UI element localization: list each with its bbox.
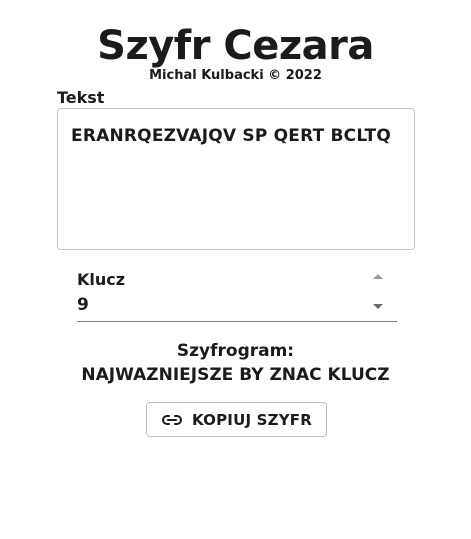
- copy-cipher-button[interactable]: KOPIUJ SZYFR: [146, 402, 327, 437]
- increment-arrow-icon[interactable]: [373, 274, 383, 279]
- decrement-arrow-icon[interactable]: [373, 304, 383, 309]
- key-input-value[interactable]: 9: [77, 295, 89, 315]
- page-subtitle: Michal Kulbacki © 2022: [149, 68, 322, 83]
- key-field-label: Klucz: [77, 270, 126, 289]
- text-field-label: Tekst: [57, 88, 105, 107]
- caesar-cipher-app: Szyfr Cezara Michal Kulbacki © 2022 Teks…: [0, 0, 471, 539]
- link-icon: [161, 412, 183, 428]
- result-label: Szyfrogram:: [176, 341, 295, 361]
- text-input-value[interactable]: ERANRQEZVAJQV SP QERT BCLTQ: [71, 127, 391, 146]
- text-input[interactable]: ERANRQEZVAJQV SP QERT BCLTQ: [57, 108, 415, 250]
- key-number-field[interactable]: Klucz 9: [77, 266, 397, 322]
- page-title: Szyfr Cezara: [97, 23, 374, 69]
- copy-button-label: KOPIUJ SZYFR: [192, 410, 312, 429]
- result-value: NAJWAZNIEJSZE BY ZNAC KLUCZ: [81, 365, 390, 385]
